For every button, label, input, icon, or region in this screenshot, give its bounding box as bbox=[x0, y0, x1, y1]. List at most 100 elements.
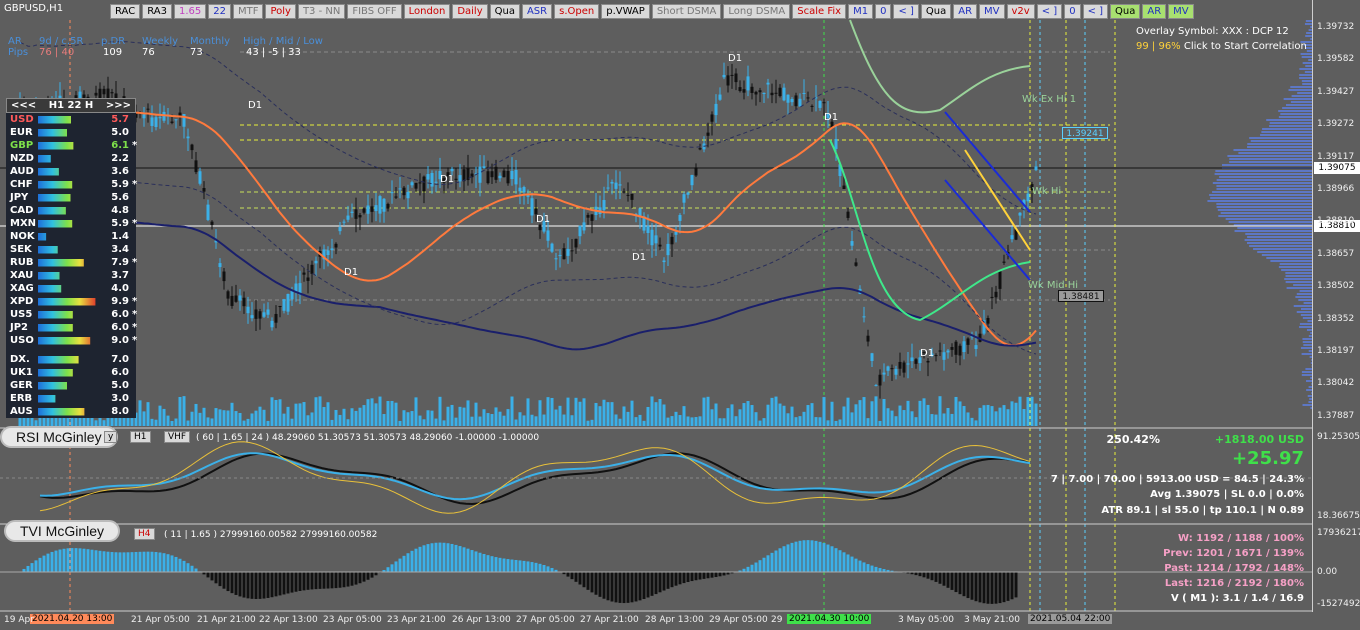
strength-row-nzd[interactable]: NZD 2.2 bbox=[6, 152, 136, 165]
strength-row-aus[interactable]: AUS 8.0 bbox=[6, 405, 136, 418]
toolbar-button-25[interactable]: 0 bbox=[1064, 4, 1081, 19]
toolbar-button-20[interactable]: Qua bbox=[920, 4, 952, 19]
strength-row-uk1[interactable]: UK1 6.0 bbox=[6, 366, 136, 379]
tvi-tab-h4[interactable]: H4 bbox=[134, 528, 155, 540]
toolbar-button-14[interactable]: Short DSMA bbox=[651, 4, 722, 19]
candle-body bbox=[1010, 235, 1014, 240]
strength-prev-button[interactable]: <<< bbox=[11, 100, 36, 111]
toolbar-button-11[interactable]: ASR bbox=[521, 4, 553, 19]
strength-row-us5[interactable]: US5 6.0 * bbox=[6, 308, 137, 321]
tvi-histogram-bar bbox=[294, 572, 298, 592]
candle-body bbox=[518, 187, 522, 192]
strength-bar bbox=[38, 323, 73, 332]
price-axis[interactable]: 91.25305 18.36675 17936217 0.00 -1527492… bbox=[1312, 0, 1360, 612]
tvi-histogram-bar bbox=[158, 552, 162, 572]
rsi-tab-vhf[interactable]: VHF bbox=[164, 431, 191, 443]
position-line-3: ATR 89.1 | sl 55.0 | tp 110.1 | N 0.89 bbox=[1101, 505, 1304, 516]
strength-row-erb[interactable]: ERB 3.0 bbox=[6, 392, 136, 405]
candle-body bbox=[274, 313, 278, 323]
strength-row-ger[interactable]: GER 5.0 bbox=[6, 379, 136, 392]
toolbar-button-27[interactable]: Qua bbox=[1110, 4, 1141, 19]
strength-next-button[interactable]: >>> bbox=[106, 100, 131, 111]
toolbar-button-13[interactable]: p.VWAP bbox=[601, 4, 650, 19]
toolbar-button-4[interactable]: MTF bbox=[232, 4, 264, 19]
correlation-line[interactable]: 99 | 96% Click to Start Correlation bbox=[1136, 41, 1307, 52]
toolbar-button-15[interactable]: Long DSMA bbox=[723, 4, 791, 19]
tvi-histogram-bar bbox=[138, 551, 142, 572]
candle-body bbox=[258, 311, 262, 319]
volume-bar bbox=[474, 402, 478, 426]
strength-row-aud[interactable]: AUD 3.6 bbox=[6, 165, 136, 178]
strength-row-mxn[interactable]: MXN 5.9 * bbox=[6, 217, 137, 230]
volume-profile-bar bbox=[1225, 218, 1312, 220]
tvi-histogram-bar bbox=[398, 558, 402, 572]
toolbar-button-6[interactable]: T3 - NN bbox=[297, 4, 346, 19]
toolbar-button-26[interactable]: < ] bbox=[1082, 4, 1109, 19]
price-chart-canvas[interactable] bbox=[0, 0, 1312, 612]
strength-row-nok[interactable]: NOK 1.4 bbox=[6, 230, 136, 243]
tvi-histogram-bar bbox=[682, 572, 686, 584]
correlation-start-link[interactable]: Click to Start Correlation bbox=[1184, 41, 1307, 52]
toolbar-button-7[interactable]: FIBS OFF bbox=[347, 4, 402, 19]
toolbar-button-23[interactable]: v2v bbox=[1006, 4, 1035, 19]
strength-row-chf[interactable]: CHF 5.9 * bbox=[6, 178, 137, 191]
strength-row-xau[interactable]: XAU 3.7 bbox=[6, 269, 136, 282]
strength-row-sek[interactable]: SEK 3.4 bbox=[6, 243, 136, 256]
strength-row-gbp[interactable]: GBP 6.1 * bbox=[6, 139, 137, 152]
strength-row-rub[interactable]: RUB 7.9 * bbox=[6, 256, 137, 269]
tvi-histogram-bar bbox=[182, 560, 186, 572]
tvi-mcginley-badge[interactable]: TVI McGinley bbox=[4, 520, 121, 542]
strength-row-xag[interactable]: XAG 4.0 bbox=[6, 282, 136, 295]
strength-row-dx[interactable]: DX. 7.0 bbox=[6, 353, 136, 366]
toolbar-button-5[interactable]: Poly bbox=[265, 4, 296, 19]
volume-bar bbox=[158, 405, 162, 426]
toolbar-button-18[interactable]: 0 bbox=[875, 4, 892, 19]
volume-bar bbox=[522, 415, 526, 426]
toolbar-button-1[interactable]: RA3 bbox=[142, 4, 172, 19]
volume-bar bbox=[862, 397, 866, 426]
toolbar-button-24[interactable]: < ] bbox=[1036, 4, 1063, 19]
toolbar-button-22[interactable]: MV bbox=[979, 4, 1005, 19]
strength-value: 6.1 bbox=[111, 140, 129, 151]
candle-body bbox=[454, 178, 458, 180]
strength-bar bbox=[38, 368, 73, 377]
strength-row-usd[interactable]: USD 5.7 bbox=[6, 113, 136, 126]
tvi-histogram-bar bbox=[1006, 572, 1010, 601]
toolbar-button-10[interactable]: Qua bbox=[489, 4, 520, 19]
toolbar-button-29[interactable]: MV bbox=[1168, 4, 1194, 19]
candle-body bbox=[314, 260, 318, 264]
candle-body bbox=[398, 188, 402, 190]
candle-body bbox=[734, 73, 738, 83]
toolbar-button-17[interactable]: M1 bbox=[848, 4, 874, 19]
strength-row-xpd[interactable]: XPD 9.9 * bbox=[6, 295, 137, 308]
strength-row-cad[interactable]: CAD 4.8 bbox=[6, 204, 136, 217]
rsi-tab-h1[interactable]: H1 bbox=[130, 431, 151, 443]
strength-row-jp2[interactable]: JP2 6.0 * bbox=[6, 321, 137, 334]
strength-bar bbox=[38, 394, 56, 403]
volume-bar bbox=[662, 404, 666, 426]
toolbar-button-16[interactable]: Scale Fix bbox=[792, 4, 847, 19]
rsi-tab-y[interactable]: y bbox=[104, 431, 118, 443]
toolbar-button-19[interactable]: < ] bbox=[893, 4, 919, 19]
strength-bar bbox=[38, 154, 51, 163]
volume-bar bbox=[558, 405, 562, 426]
toolbar-button-28[interactable]: AR bbox=[1142, 4, 1167, 19]
toolbar-button-8[interactable]: London bbox=[403, 4, 451, 19]
toolbar-button-12[interactable]: s.Open bbox=[554, 4, 600, 19]
toolbar-button-21[interactable]: AR bbox=[953, 4, 978, 19]
time-axis[interactable]: 2021.04.20 13:00 2021.04.30 10:00 2021.0… bbox=[0, 612, 1360, 630]
toolbar-button-3[interactable]: 22 bbox=[208, 4, 231, 19]
tvi-histogram-bar bbox=[186, 563, 190, 572]
strength-row-eur[interactable]: EUR 5.0 bbox=[6, 126, 136, 139]
tvi-histogram-bar bbox=[494, 557, 498, 572]
strength-row-jpy[interactable]: JPY 5.6 bbox=[6, 191, 136, 204]
volume-bar bbox=[282, 413, 286, 426]
volume-bar bbox=[454, 417, 458, 426]
toolbar-button-2[interactable]: 1.65 bbox=[173, 4, 207, 19]
rsi-mcginley-badge[interactable]: RSI McGinley bbox=[0, 426, 118, 448]
toolbar-button-0[interactable]: RAC bbox=[110, 4, 141, 19]
toolbar-button-9[interactable]: Daily bbox=[452, 4, 488, 19]
time-axis-label: 26 Apr 13:00 bbox=[452, 615, 511, 625]
strength-row-uso[interactable]: USO 9.0 * bbox=[6, 334, 137, 347]
tvi-histogram-bar bbox=[998, 572, 1002, 604]
